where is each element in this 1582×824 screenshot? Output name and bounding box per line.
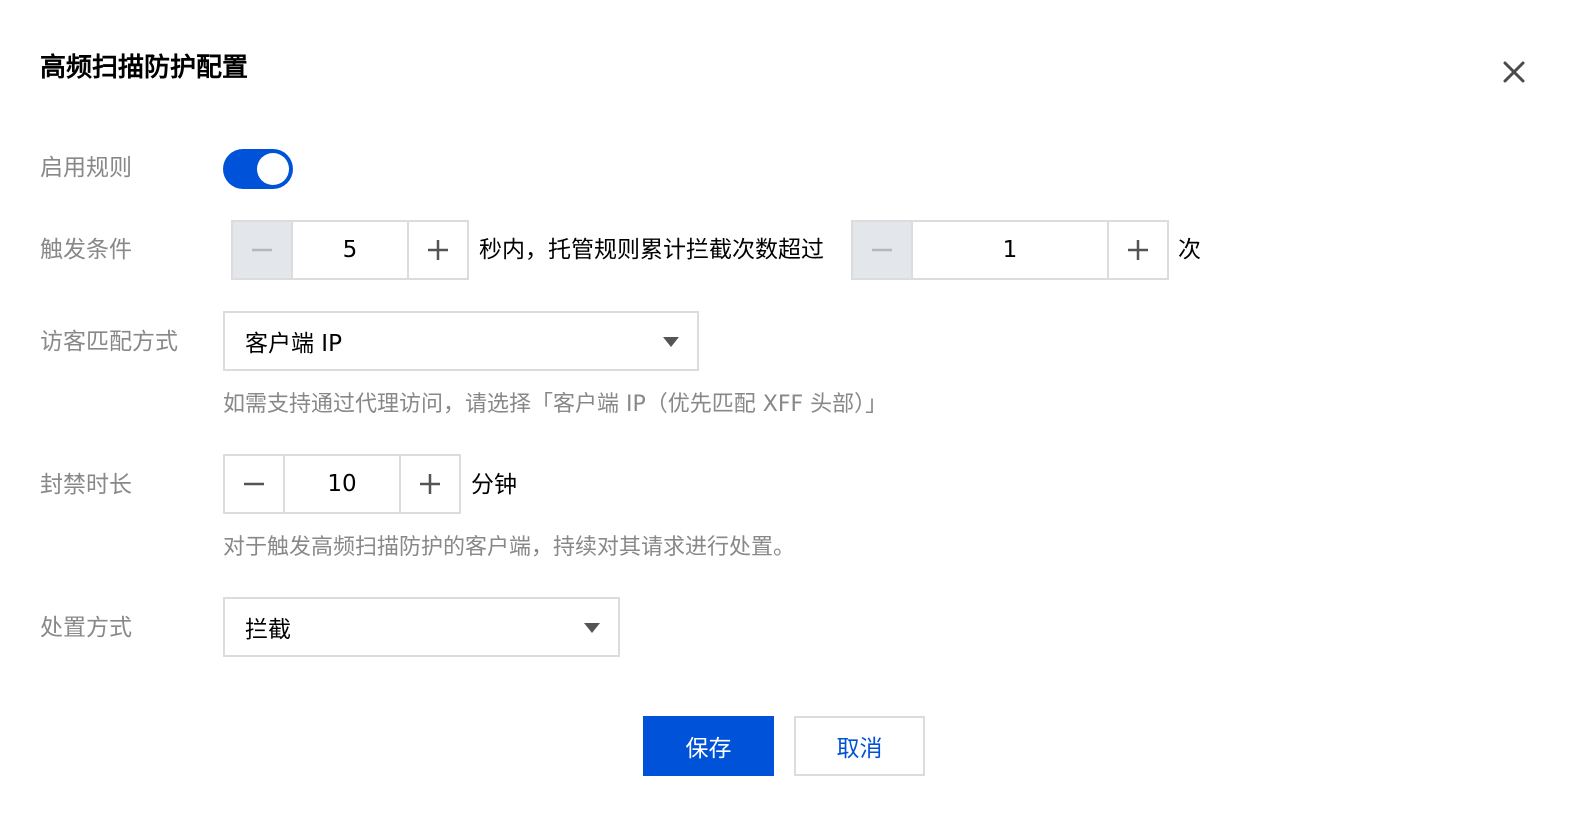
seconds-decrement-button[interactable]: [233, 222, 293, 278]
enable-rule-label: 启用规则: [40, 155, 132, 181]
ban-duration-increment-button[interactable]: [399, 456, 459, 512]
cancel-button[interactable]: 取消: [794, 716, 925, 776]
caret-down-icon: [582, 621, 602, 635]
action-label: 处置方式: [40, 615, 132, 641]
count-decrement-button[interactable]: [853, 222, 913, 278]
seconds-stepper: 5: [231, 220, 469, 280]
seconds-input[interactable]: 5: [293, 222, 407, 278]
count-input[interactable]: 1: [913, 222, 1107, 278]
minus-icon: [244, 482, 264, 486]
trigger-suffix-text: 次: [1178, 237, 1201, 263]
visitor-match-selected: 客户端 IP: [245, 331, 342, 357]
action-select[interactable]: 拦截: [223, 597, 620, 657]
action-selected: 拦截: [245, 617, 291, 643]
close-icon[interactable]: [1496, 54, 1532, 90]
count-increment-button[interactable]: [1107, 222, 1167, 278]
plus-icon: [428, 240, 448, 260]
minus-icon: [252, 248, 272, 252]
visitor-match-label: 访客匹配方式: [40, 329, 178, 355]
ban-duration-decrement-button[interactable]: [225, 456, 285, 512]
ban-duration-input[interactable]: 10: [285, 456, 399, 512]
trigger-condition-label: 触发条件: [40, 237, 132, 263]
enable-rule-toggle[interactable]: [223, 149, 293, 189]
seconds-increment-button[interactable]: [407, 222, 467, 278]
visitor-match-help: 如需支持通过代理访问，请选择「客户端 IP（优先匹配 XFF 头部）」: [223, 392, 888, 417]
trigger-middle-text: 秒内，托管规则累计拦截次数超过: [479, 237, 824, 263]
dialog-title: 高频扫描防护配置: [40, 53, 249, 83]
save-button[interactable]: 保存: [643, 716, 774, 776]
caret-down-icon: [661, 335, 681, 349]
plus-icon: [420, 474, 440, 494]
visitor-match-select[interactable]: 客户端 IP: [223, 311, 699, 371]
count-stepper: 1: [851, 220, 1169, 280]
high-frequency-scan-protection-dialog: 高频扫描防护配置 启用规则 触发条件 5 秒内，托管规则累计拦截次数超过 1 次…: [0, 0, 1582, 824]
ban-duration-label: 封禁时长: [40, 472, 132, 498]
ban-duration-stepper: 10: [223, 454, 461, 514]
plus-icon: [1128, 240, 1148, 260]
ban-duration-unit: 分钟: [471, 472, 517, 498]
toggle-knob: [257, 153, 289, 185]
ban-duration-help: 对于触发高频扫描防护的客户端，持续对其请求进行处置。: [223, 535, 796, 560]
minus-icon: [872, 248, 892, 252]
